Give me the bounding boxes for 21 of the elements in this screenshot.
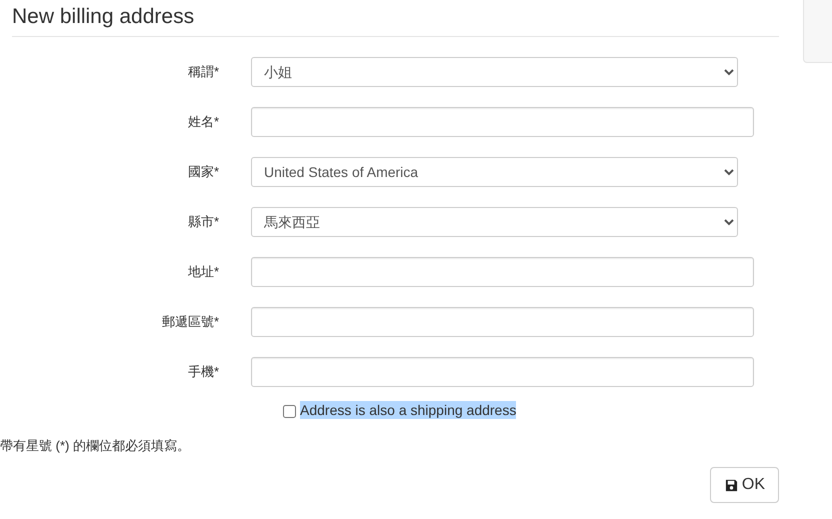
field-label: 縣市*	[186, 213, 220, 231]
dropdown-field[interactable]: 馬來西亞	[251, 207, 738, 237]
field-label: 地址*	[186, 263, 220, 281]
checkbox-label: Address is also a shipping address	[300, 401, 516, 419]
form-title: New billing address	[12, 0, 780, 37]
input-field[interactable]	[251, 357, 754, 387]
checkbox[interactable]	[283, 405, 296, 418]
field-label: 稱謂*	[186, 63, 220, 81]
dropdown-field[interactable]: United States of America	[251, 157, 738, 187]
ok-button[interactable]: OK	[710, 467, 780, 503]
field-label: 手機*	[186, 363, 220, 381]
input-field[interactable]	[251, 257, 754, 287]
field-label: 郵遞區號*	[160, 313, 220, 331]
dropdown-field[interactable]: 小姐	[251, 57, 738, 87]
input-field[interactable]	[251, 307, 754, 337]
field-label: 姓名*	[186, 113, 220, 131]
input-field[interactable]	[251, 107, 754, 137]
field-label: 國家*	[186, 163, 220, 181]
required-note: 帶有星號 (*) 的欄位都必須填寫。	[0, 437, 191, 455]
side-panel	[803, 0, 832, 63]
save-icon	[724, 478, 738, 492]
